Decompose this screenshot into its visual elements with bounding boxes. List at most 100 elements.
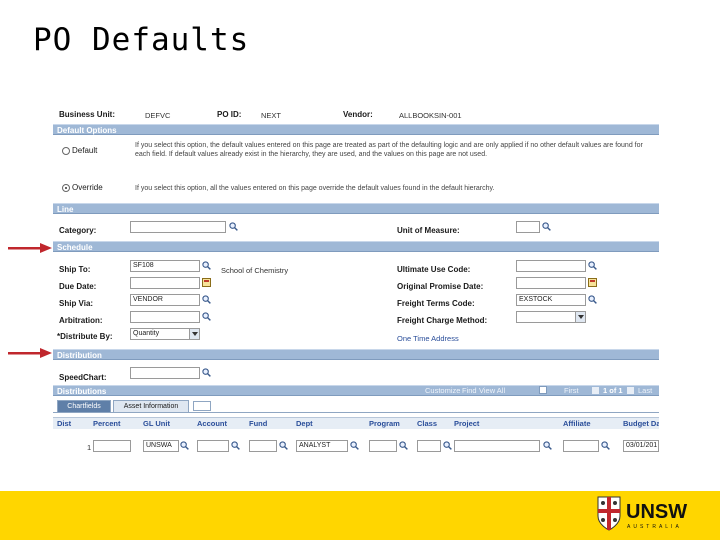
uom-label: Unit of Measure: — [397, 226, 460, 235]
override-radio-label: Override — [72, 183, 103, 192]
row-program-input[interactable] — [369, 440, 397, 452]
grid-next-icon[interactable] — [627, 387, 634, 394]
arbitration-lookup-icon[interactable] — [202, 312, 211, 321]
arrow-schedule-icon — [8, 243, 52, 253]
row-percent-input[interactable] — [93, 440, 131, 452]
section-distribution: Distribution — [53, 349, 659, 360]
arbitration-label: Arbitration: — [59, 316, 103, 325]
po-id-value: NEXT — [261, 111, 282, 120]
category-input[interactable] — [130, 221, 226, 233]
ultimate-use-input[interactable] — [516, 260, 586, 272]
override-radio[interactable] — [62, 184, 70, 192]
arrow-distribution-icon — [8, 348, 52, 358]
freight-terms-label: Freight Terms Code: — [397, 299, 475, 308]
row-account-input[interactable] — [197, 440, 229, 452]
affiliate-lookup-icon[interactable] — [601, 441, 610, 450]
project-lookup-icon[interactable] — [543, 441, 552, 450]
ultimate-use-lookup-icon[interactable] — [588, 261, 597, 270]
business-unit-value: DEFVC — [145, 111, 171, 120]
freight-terms-input[interactable]: EXSTOCK — [516, 294, 586, 306]
section-default-options: Default Options — [53, 124, 659, 135]
distribute-by-label: *Distribute By: — [57, 332, 113, 341]
default-description: If you select this option, the default v… — [135, 142, 643, 158]
unsw-logo: UNSW AUSTRALIA — [597, 496, 687, 531]
grid-download-icon[interactable] — [539, 386, 547, 394]
due-date-label: Due Date: — [59, 282, 97, 291]
col-dept: Dept — [296, 419, 313, 428]
business-unit-label: Business Unit: — [59, 110, 116, 119]
section-schedule: Schedule — [53, 241, 659, 252]
col-class: Class — [417, 419, 438, 428]
grid-prev-icon[interactable] — [592, 387, 599, 394]
row-dept-input[interactable]: ANALYST — [296, 440, 348, 452]
col-affiliate: Affiliate — [563, 419, 591, 428]
ship-via-lookup-icon[interactable] — [202, 295, 211, 304]
row-fund-input[interactable] — [249, 440, 277, 452]
category-lookup-icon[interactable] — [229, 222, 238, 231]
row-dist: 1 — [87, 443, 92, 452]
row-affiliate-input[interactable] — [563, 440, 599, 452]
speedchart-label: SpeedChart: — [59, 373, 107, 382]
row-class-input[interactable] — [417, 440, 441, 452]
section-line: Line — [53, 203, 659, 214]
grid-customize-link[interactable]: Customize — [425, 386, 460, 395]
distribute-by-dropdown-icon[interactable] — [189, 329, 199, 339]
uom-lookup-icon[interactable] — [542, 222, 551, 231]
col-account: Account — [197, 419, 227, 428]
tab-chartfields[interactable]: Chartfields — [57, 400, 111, 412]
arbitration-input[interactable] — [130, 311, 200, 323]
slide-title: PO Defaults — [33, 22, 250, 58]
vendor-label: Vendor: — [343, 110, 373, 119]
grid-view-all-link[interactable]: View All — [479, 386, 505, 395]
default-radio[interactable] — [62, 147, 70, 155]
col-project: Project — [454, 419, 480, 428]
override-description: If you select this option, all the value… — [135, 185, 495, 192]
uom-input[interactable] — [516, 221, 540, 233]
dept-lookup-icon[interactable] — [350, 441, 359, 450]
fund-lookup-icon[interactable] — [279, 441, 288, 450]
row-project-input[interactable] — [454, 440, 540, 452]
col-budget-date: Budget Da — [623, 419, 659, 428]
col-fund: Fund — [249, 419, 268, 428]
ship-to-input[interactable]: SF108 — [130, 260, 200, 272]
ship-to-description: School of Chemistry — [221, 266, 289, 275]
speedchart-lookup-icon[interactable] — [202, 368, 211, 377]
ship-via-input[interactable]: VENDOR — [130, 294, 200, 306]
one-time-address-link[interactable]: One Time Address — [397, 334, 459, 343]
grid-first-link[interactable]: First — [564, 386, 579, 395]
col-percent: Percent — [93, 419, 121, 428]
category-label: Category: — [59, 226, 97, 235]
orig-promise-calendar-icon[interactable] — [588, 278, 597, 287]
grid-find-link[interactable]: Find — [462, 386, 477, 395]
logo-subtext: AUSTRALIA — [627, 524, 682, 530]
col-dist: Dist — [57, 419, 72, 428]
ship-to-lookup-icon[interactable] — [202, 261, 211, 270]
tab-divider — [53, 412, 659, 413]
freight-charge-label: Freight Charge Method: — [397, 316, 488, 325]
account-lookup-icon[interactable] — [231, 441, 240, 450]
program-lookup-icon[interactable] — [399, 441, 408, 450]
due-date-calendar-icon[interactable] — [202, 278, 211, 287]
row-gl-unit-input[interactable]: UNSWA — [143, 440, 179, 452]
gl-unit-lookup-icon[interactable] — [180, 441, 189, 450]
col-program: Program — [369, 419, 400, 428]
row-budget-date-input[interactable]: 03/01/201 — [623, 440, 659, 452]
freight-terms-lookup-icon[interactable] — [588, 295, 597, 304]
col-gl-unit: GL Unit — [143, 419, 170, 428]
vendor-value: ALLBOOKSIN-001 — [399, 111, 462, 120]
grid-count: 1 of 1 — [603, 386, 623, 395]
tab-show-all-icon[interactable] — [193, 401, 211, 411]
default-radio-label: Default — [72, 146, 98, 155]
ship-via-label: Ship Via: — [59, 299, 94, 308]
logo-text: UNSW — [626, 501, 687, 523]
orig-promise-input[interactable] — [516, 277, 586, 289]
po-id-label: PO ID: — [217, 110, 242, 119]
ultimate-use-label: Ultimate Use Code: — [397, 265, 471, 274]
due-date-input[interactable] — [130, 277, 200, 289]
ship-to-label: Ship To: — [59, 265, 91, 274]
speedchart-input[interactable] — [130, 367, 200, 379]
freight-charge-dropdown-icon[interactable] — [575, 312, 585, 322]
class-lookup-icon[interactable] — [443, 441, 452, 450]
grid-last-link[interactable]: Last — [638, 386, 652, 395]
tab-asset-information[interactable]: Asset Information — [113, 400, 189, 412]
